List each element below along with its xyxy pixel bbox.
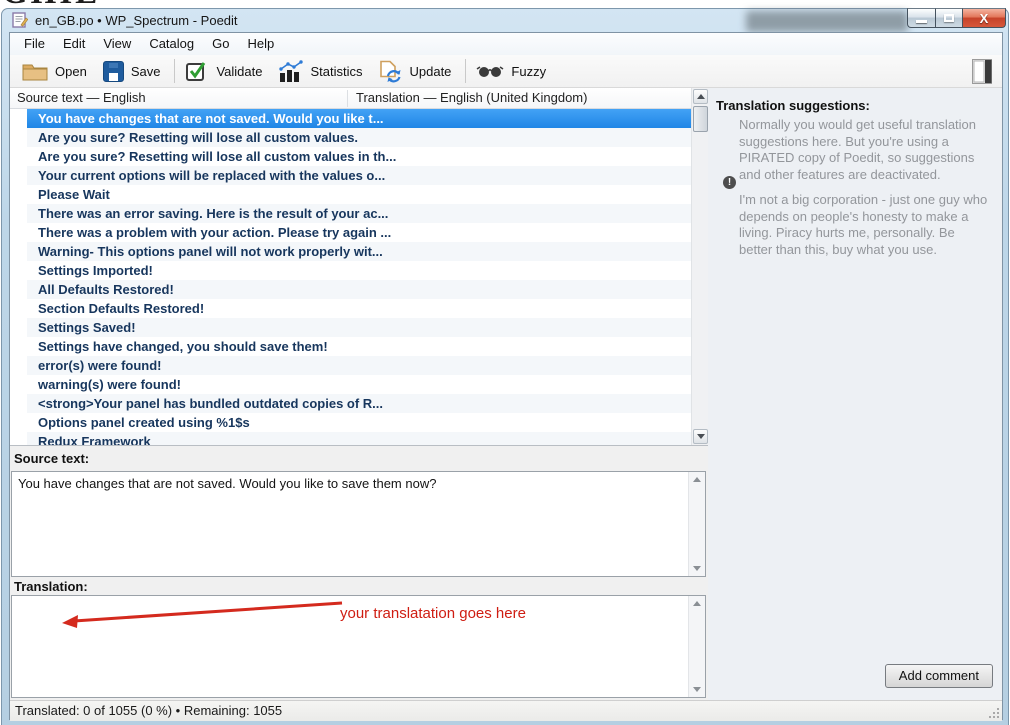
scroll-thumb[interactable] xyxy=(693,106,708,132)
add-comment-button[interactable]: Add comment xyxy=(885,664,993,688)
scroll-up-button[interactable] xyxy=(693,89,708,104)
refresh-update-icon xyxy=(378,60,402,83)
update-button[interactable]: Update xyxy=(372,57,461,85)
source-text-value: You have changes that are not saved. Wou… xyxy=(18,476,681,492)
window-title: en_GB.po • WP_Spectrum - Poedit xyxy=(35,9,238,32)
list-row[interactable]: <strong>Your panel has bundled outdated … xyxy=(27,394,691,413)
main-area: Source text — English Translation — Engl… xyxy=(10,88,1002,700)
source-text-box[interactable]: You have changes that are not saved. Wou… xyxy=(11,471,706,577)
close-button[interactable]: X xyxy=(963,8,1006,28)
translation-label: Translation: xyxy=(10,577,708,595)
validate-button[interactable]: Validate xyxy=(179,57,272,85)
annotation-text: your translatation goes here xyxy=(340,605,526,622)
toolbar-separator xyxy=(465,59,466,83)
list-row[interactable]: Options panel created using %1$s xyxy=(27,413,691,432)
open-button[interactable]: Open xyxy=(16,57,97,85)
column-divider[interactable] xyxy=(347,90,348,107)
close-icon: X xyxy=(980,11,989,26)
screen: GHIL. en_GB.po • WP_Spectrum - Poedit X … xyxy=(0,0,1010,725)
left-panel: Source text — English Translation — Engl… xyxy=(10,88,708,700)
fuzzy-label: Fuzzy xyxy=(511,64,546,79)
statistics-label: Statistics xyxy=(310,64,362,79)
menu-bar: File Edit View Catalog Go Help xyxy=(10,33,1002,55)
list-row[interactable]: Settings Imported! xyxy=(27,261,691,280)
triangle-down-icon xyxy=(693,566,701,571)
list-scrollbar[interactable] xyxy=(691,88,708,446)
menu-help[interactable]: Help xyxy=(238,33,283,55)
statistics-button[interactable]: Statistics xyxy=(272,57,372,85)
list-row[interactable]: Settings Saved! xyxy=(27,318,691,337)
suggestions-paragraph-2: I'm not a big corporation - just one guy… xyxy=(739,192,991,258)
menu-go[interactable]: Go xyxy=(203,33,238,55)
validate-label: Validate xyxy=(216,64,262,79)
client-area: File Edit View Catalog Go Help Open xyxy=(9,32,1003,720)
menu-catalog[interactable]: Catalog xyxy=(140,33,203,55)
list-rows: You have changes that are not saved. Wou… xyxy=(10,109,691,445)
list-row[interactable]: There was a problem with your action. Pl… xyxy=(27,223,691,242)
suggestions-paragraph-1: Normally you would get useful translatio… xyxy=(739,117,991,183)
triangle-down-icon xyxy=(697,434,705,439)
list-row[interactable]: You have changes that are not saved. Wou… xyxy=(27,109,691,128)
triangle-down-icon xyxy=(693,687,701,692)
save-button[interactable]: Save xyxy=(97,57,171,85)
column-header-translation[interactable]: Translation — English (United Kingdom) xyxy=(356,88,587,108)
resize-grip[interactable] xyxy=(997,716,999,718)
maximize-icon xyxy=(944,14,954,22)
suggestions-sidebar: Translation suggestions: Normally you wo… xyxy=(708,88,1002,700)
list-row[interactable]: Section Defaults Restored! xyxy=(27,299,691,318)
title-bar[interactable]: en_GB.po • WP_Spectrum - Poedit X xyxy=(2,9,1008,32)
menu-edit[interactable]: Edit xyxy=(54,33,94,55)
triangle-up-icon xyxy=(693,601,701,606)
menu-view[interactable]: View xyxy=(94,33,140,55)
list-header: Source text — English Translation — Engl… xyxy=(10,88,708,109)
translation-scrollbar[interactable] xyxy=(688,596,705,697)
fuzzy-button[interactable]: Fuzzy xyxy=(470,57,556,85)
source-scrollbar[interactable] xyxy=(688,472,705,576)
suggestions-title: Translation suggestions: xyxy=(716,98,870,113)
list-row[interactable]: There was an error saving. Here is the r… xyxy=(27,204,691,223)
toolbar: Open Save Validate xyxy=(10,55,1002,88)
aero-glass-blur xyxy=(746,11,908,32)
column-header-source[interactable]: Source text — English xyxy=(17,88,146,108)
list-row[interactable]: Your current options will be replaced wi… xyxy=(27,166,691,185)
status-text: Translated: 0 of 1055 (0 %) • Remaining:… xyxy=(15,701,282,721)
glasses-fuzzy-icon xyxy=(476,63,504,79)
triangle-up-icon xyxy=(693,477,701,482)
translation-list[interactable]: Source text — English Translation — Engl… xyxy=(10,88,708,446)
toolbar-separator xyxy=(174,59,175,83)
list-row[interactable]: Are you sure? Resetting will lose all cu… xyxy=(27,128,691,147)
checkbox-validate-icon xyxy=(185,60,209,82)
list-row[interactable]: warning(s) were found! xyxy=(27,375,691,394)
minimize-icon xyxy=(916,20,927,23)
bar-chart-icon xyxy=(278,60,303,82)
list-row[interactable]: Redux Framework xyxy=(27,432,691,445)
scroll-down-button[interactable] xyxy=(693,429,708,444)
poedit-app-icon xyxy=(12,12,28,28)
list-row[interactable]: Settings have changed, you should save t… xyxy=(27,337,691,356)
translation-input-box[interactable]: your translatation goes here xyxy=(11,595,706,698)
list-row[interactable]: Warning- This options panel will not wor… xyxy=(27,242,691,261)
menu-file[interactable]: File xyxy=(15,33,54,55)
update-label: Update xyxy=(409,64,451,79)
folder-open-icon xyxy=(22,61,48,81)
list-row[interactable]: Please Wait xyxy=(27,185,691,204)
floppy-save-icon xyxy=(103,61,124,82)
sidebar-toggle-icon xyxy=(972,59,992,84)
source-text-label: Source text: xyxy=(10,446,708,471)
list-row[interactable]: Are you sure? Resetting will lose all cu… xyxy=(27,147,691,166)
triangle-up-icon xyxy=(697,94,705,99)
window-controls: X xyxy=(907,8,1006,28)
minimize-button[interactable] xyxy=(907,8,936,28)
maximize-button[interactable] xyxy=(936,8,963,28)
list-row[interactable]: All Defaults Restored! xyxy=(27,280,691,299)
exclamation-icon: ! xyxy=(723,176,736,189)
poedit-window: en_GB.po • WP_Spectrum - Poedit X File E… xyxy=(1,8,1009,725)
sidebar-toggle-button[interactable] xyxy=(970,59,994,84)
open-label: Open xyxy=(55,64,87,79)
save-label: Save xyxy=(131,64,161,79)
list-row[interactable]: error(s) were found! xyxy=(27,356,691,375)
status-bar: Translated: 0 of 1055 (0 %) • Remaining:… xyxy=(10,700,1002,721)
